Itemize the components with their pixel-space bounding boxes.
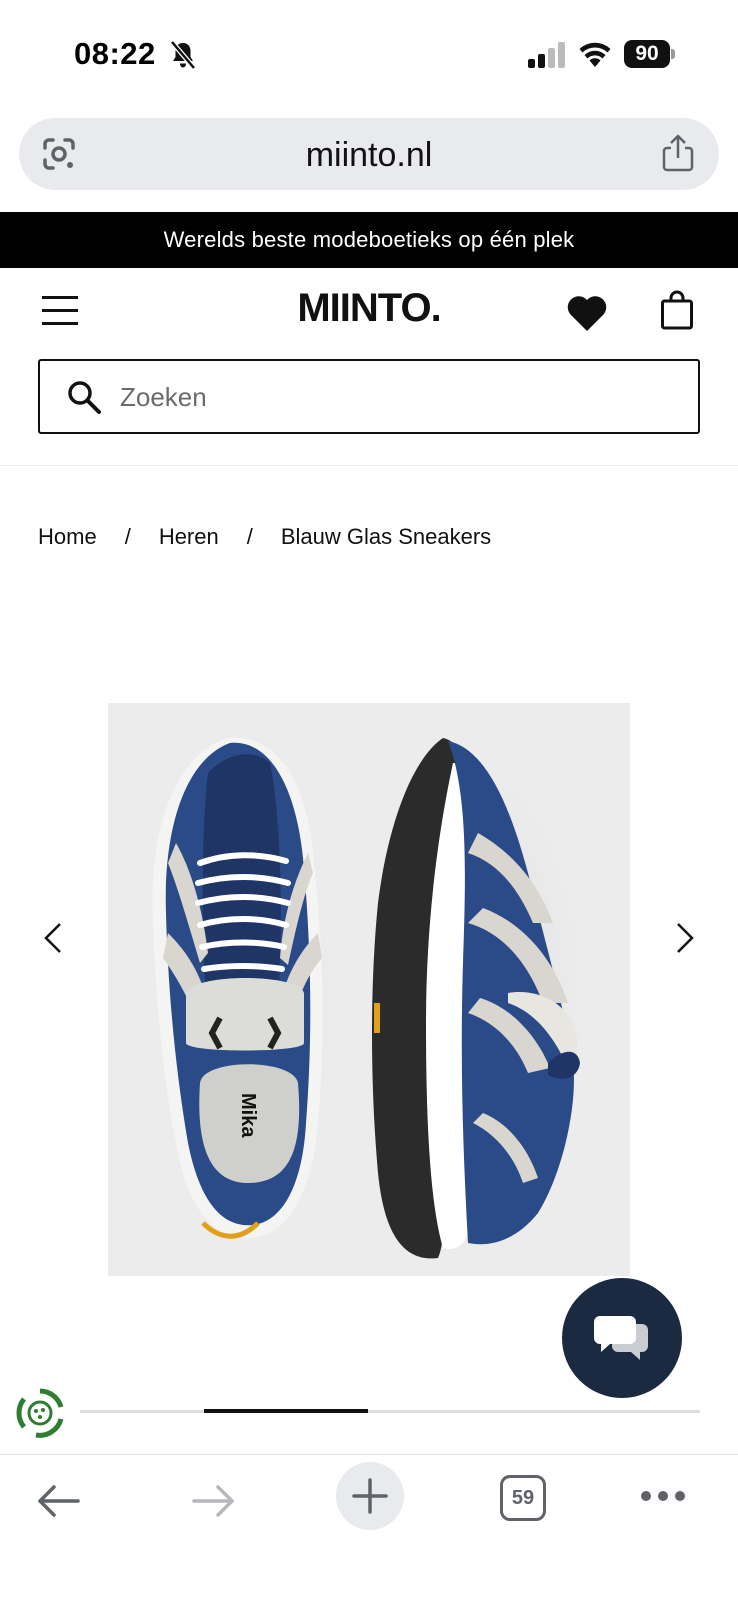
breadcrumb-current: Blauw Glas Sneakers: [280, 524, 492, 549]
chat-bubbles-icon: [594, 1316, 648, 1360]
share-icon[interactable]: [661, 134, 695, 172]
site-logo[interactable]: MIINTO.: [0, 286, 738, 331]
plus-icon: [352, 1478, 388, 1514]
address-bar[interactable]: miinto.nl: [19, 118, 719, 190]
sneakers-illustration: Mika: [152, 737, 598, 1268]
tabs-icon[interactable]: 59: [500, 1475, 546, 1521]
breadcrumb-separator: /: [246, 524, 253, 549]
breadcrumb-separator: /: [124, 524, 131, 549]
status-bar: 08:22 90: [0, 0, 738, 108]
breadcrumb: Home / Heren / Blauw Glas Sneakers: [38, 524, 491, 550]
carousel-progress-indicator: [204, 1409, 369, 1413]
battery-icon: 90: [624, 40, 676, 68]
recycle-icon[interactable]: [14, 1387, 66, 1439]
svg-text:Mika: Mika: [237, 1093, 259, 1138]
wifi-icon: [579, 42, 611, 67]
breadcrumb-home[interactable]: Home: [38, 524, 97, 549]
bell-slash-icon: [170, 40, 196, 70]
new-tab-button[interactable]: [336, 1462, 404, 1530]
carousel-progress-track: [80, 1409, 700, 1413]
chevron-right-icon[interactable]: [670, 918, 700, 958]
promo-banner: Werelds beste modeboetieks op één plek: [0, 212, 738, 268]
cellular-signal-icon: [528, 42, 565, 68]
search-input[interactable]: [120, 373, 680, 421]
battery-level: 90: [624, 40, 670, 68]
status-time: 08:22: [74, 36, 156, 71]
product-image[interactable]: Mika: [108, 703, 630, 1276]
back-arrow-icon[interactable]: [36, 1481, 82, 1521]
search-icon[interactable]: [66, 379, 102, 415]
browser-toolbar: 59: [0, 1454, 738, 1600]
url-text[interactable]: miinto.nl: [19, 136, 719, 175]
chevron-left-icon[interactable]: [38, 918, 68, 958]
shopping-bag-icon[interactable]: [660, 290, 694, 330]
search-bar[interactable]: [38, 359, 700, 434]
site-header: MIINTO.: [0, 268, 738, 358]
chat-button[interactable]: [562, 1278, 682, 1398]
breadcrumb-heren[interactable]: Heren: [159, 524, 219, 549]
forward-arrow-icon[interactable]: [190, 1481, 236, 1521]
heart-icon[interactable]: [566, 294, 608, 332]
header-divider: [0, 465, 738, 466]
more-dots-icon[interactable]: [640, 1489, 686, 1503]
